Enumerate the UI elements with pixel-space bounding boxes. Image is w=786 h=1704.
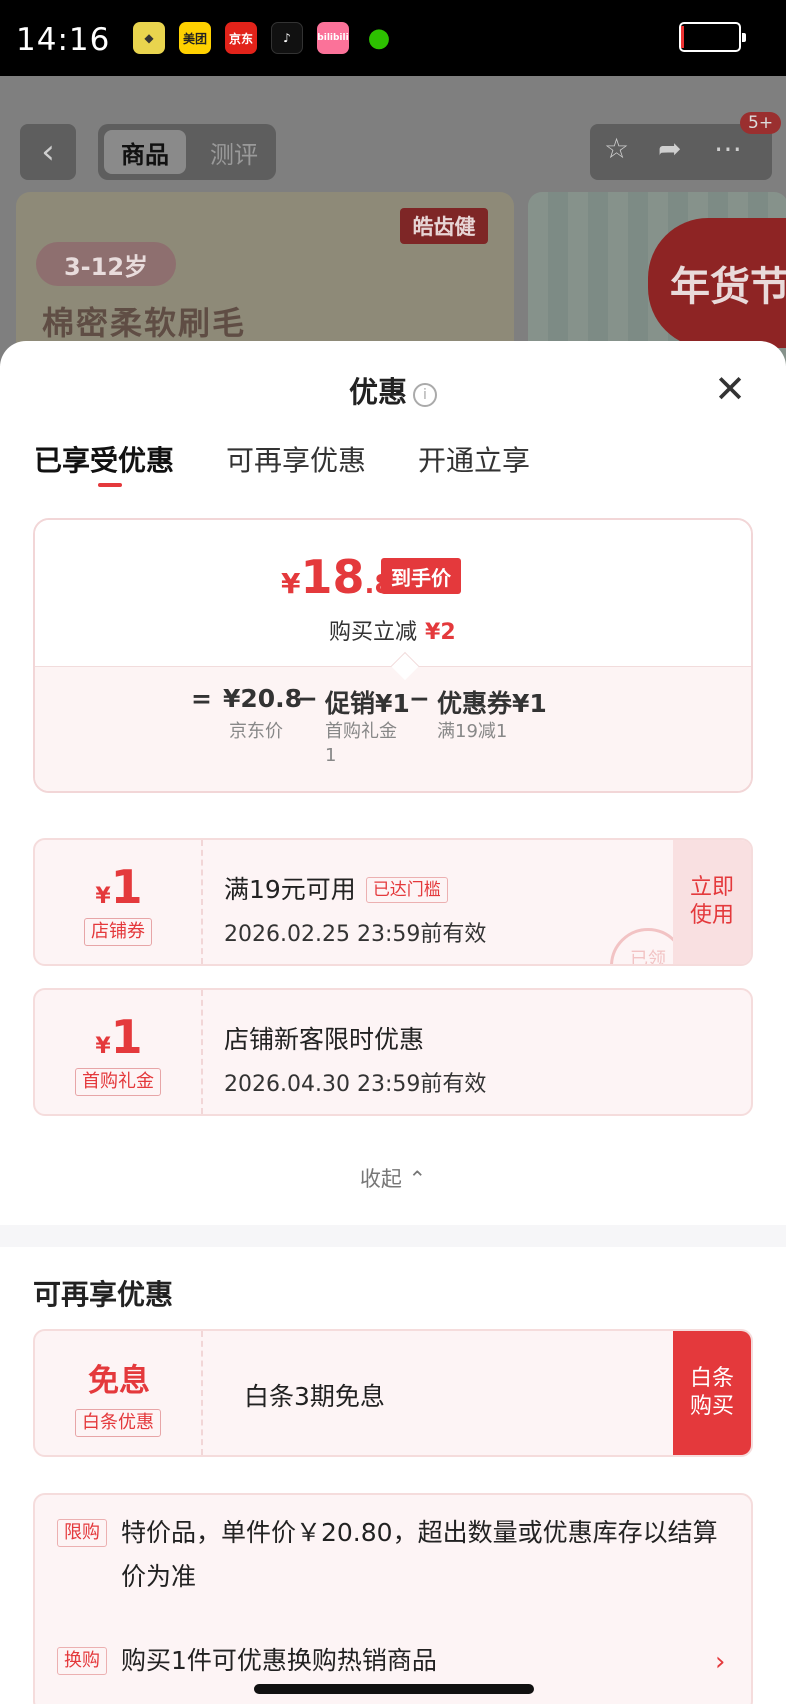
more-discounts-title: 可再享优惠	[33, 1278, 174, 1311]
discount-tabs: 已享受优惠 可再享优惠 开通立享	[34, 439, 530, 487]
tab-activate[interactable]: 开通立享	[418, 439, 530, 479]
coupon-type: 白条优惠	[75, 1409, 161, 1437]
coupon-amount: 优惠券¥1	[437, 689, 547, 718]
battery-icon	[679, 22, 746, 52]
background-product-page: ‹ 商品 测评 ☆ ➦ ⋯ 5+ 皓齿健 3-12岁 棉密柔软刷毛 年货节	[0, 76, 786, 366]
share-icon: ➦	[658, 132, 682, 165]
status-time: 14:16	[16, 22, 111, 58]
coupon-left: ¥1 首购礼金	[35, 990, 203, 1114]
coupon-type: 首购礼金	[75, 1068, 161, 1096]
coupon-type: 店铺券	[84, 918, 152, 946]
bg-tab-product: 商品	[104, 130, 186, 174]
use-now-button[interactable]: 立即 使用	[673, 840, 751, 964]
tab-more[interactable]: 可再享优惠	[226, 439, 366, 479]
coupon-left: 免息 白条优惠	[35, 1331, 203, 1455]
more-icon: ⋯	[714, 132, 742, 165]
baitiao-card: 免息 白条优惠 白条3期免息 白条 购买	[33, 1329, 753, 1457]
star-icon: ☆	[604, 132, 630, 165]
chevron-up-icon: ⌃	[408, 1167, 427, 1191]
chevron-right-icon[interactable]: ›	[715, 1647, 725, 1677]
coupon-left: ¥1 店铺券	[35, 840, 203, 964]
rule-text: 特价品，单件价￥20.80，超出数量或优惠库存以结算价为准	[121, 1518, 718, 1591]
meituan-icon: 美团	[179, 22, 211, 54]
wechat-icon: ●	[363, 22, 395, 54]
coupon-title: 满19元可用 已达门槛	[224, 870, 448, 906]
douyin-icon: ♪	[271, 22, 303, 54]
first-purchase-gift-card: ¥1 首购礼金 店铺新客限时优惠 2026.04.30 23:59前有效	[33, 988, 753, 1116]
notification-icons: ◆ 美团 京东 ♪ bilibili ●	[133, 22, 395, 54]
instant-discount: 购买立减 ¥2	[329, 620, 456, 645]
back-icon: ‹	[20, 124, 76, 180]
promo-label: 首购礼金 1	[325, 721, 397, 766]
section-divider	[0, 1225, 786, 1247]
coupon-label: 满19减1	[437, 721, 508, 742]
coupon-title: 店铺新客限时优惠	[224, 1025, 425, 1054]
sheet-title: 优惠 i	[0, 369, 786, 411]
jd-price-label: 京东价	[229, 721, 283, 742]
minus-sign: −	[297, 684, 318, 713]
promo-amount: 促销¥1	[325, 689, 410, 718]
rule-tag: 换购	[57, 1647, 107, 1675]
trade-in-link[interactable]: 购买1件可优惠换购热销商品	[121, 1639, 721, 1683]
banner-slogan: 棉密柔软刷毛	[42, 304, 247, 342]
minus-sign: −	[409, 684, 430, 713]
festival-seal: 年货节	[648, 218, 786, 348]
tab-enjoyed[interactable]: 已享受优惠	[34, 439, 174, 487]
summary-top: ¥18.8 到手价 购买立减 ¥2	[35, 520, 751, 666]
age-badge: 3-12岁	[36, 242, 176, 286]
jd-price: ¥20.8	[223, 684, 303, 713]
tab-underline	[98, 483, 122, 487]
coupon-amount: ¥1	[95, 860, 143, 914]
jd-icon: 京东	[225, 22, 257, 54]
promo-rules-card: 限购 特价品，单件价￥20.80，超出数量或优惠库存以结算价为准 换购 购买1件…	[33, 1493, 753, 1704]
rule-tag: 限购	[57, 1519, 107, 1547]
info-icon[interactable]: i	[413, 383, 437, 407]
bg-tab-group: 商品 测评	[98, 124, 276, 180]
collapse-button[interactable]: 收起 ⌃	[0, 1163, 786, 1193]
coupon-expiry: 2026.04.30 23:59前有效	[224, 1072, 487, 1097]
price-summary-card: ¥18.8 到手价 购买立减 ¥2 = ¥20.8 − 促销¥1 − 优惠券¥1 …	[33, 518, 753, 793]
bilibili-icon: bilibili	[317, 22, 349, 54]
baitiao-buy-button[interactable]: 白条 购买	[673, 1331, 751, 1455]
home-indicator	[254, 1684, 534, 1694]
coupon-expiry: 2026.02.25 23:59前有效	[224, 922, 487, 947]
close-icon[interactable]: ✕	[710, 367, 750, 411]
brand-logo: 皓齿健	[400, 208, 488, 244]
final-price: ¥18.8	[281, 550, 393, 604]
baitiao-title: 白条3期免息	[244, 1382, 385, 1411]
reached-badge: 已达门槛	[365, 877, 448, 903]
final-price-tag: 到手价	[381, 558, 461, 594]
coupon-amount: ¥1	[95, 1010, 143, 1064]
equals-sign: =	[191, 684, 212, 713]
cp-app-icon: ◆	[133, 22, 165, 54]
message-badge: 5+	[740, 112, 782, 134]
interest-free: 免息	[88, 1363, 150, 1399]
store-coupon-card: ¥1 店铺券 满19元可用 已达门槛 2026.02.25 23:59前有效 已领…	[33, 838, 753, 966]
discount-sheet: 优惠 i ✕ 已享受优惠 可再享优惠 开通立享 ¥18.8 到手价 购买立减 ¥2 …	[0, 341, 786, 1704]
bg-tab-review: 测评	[210, 140, 258, 169]
